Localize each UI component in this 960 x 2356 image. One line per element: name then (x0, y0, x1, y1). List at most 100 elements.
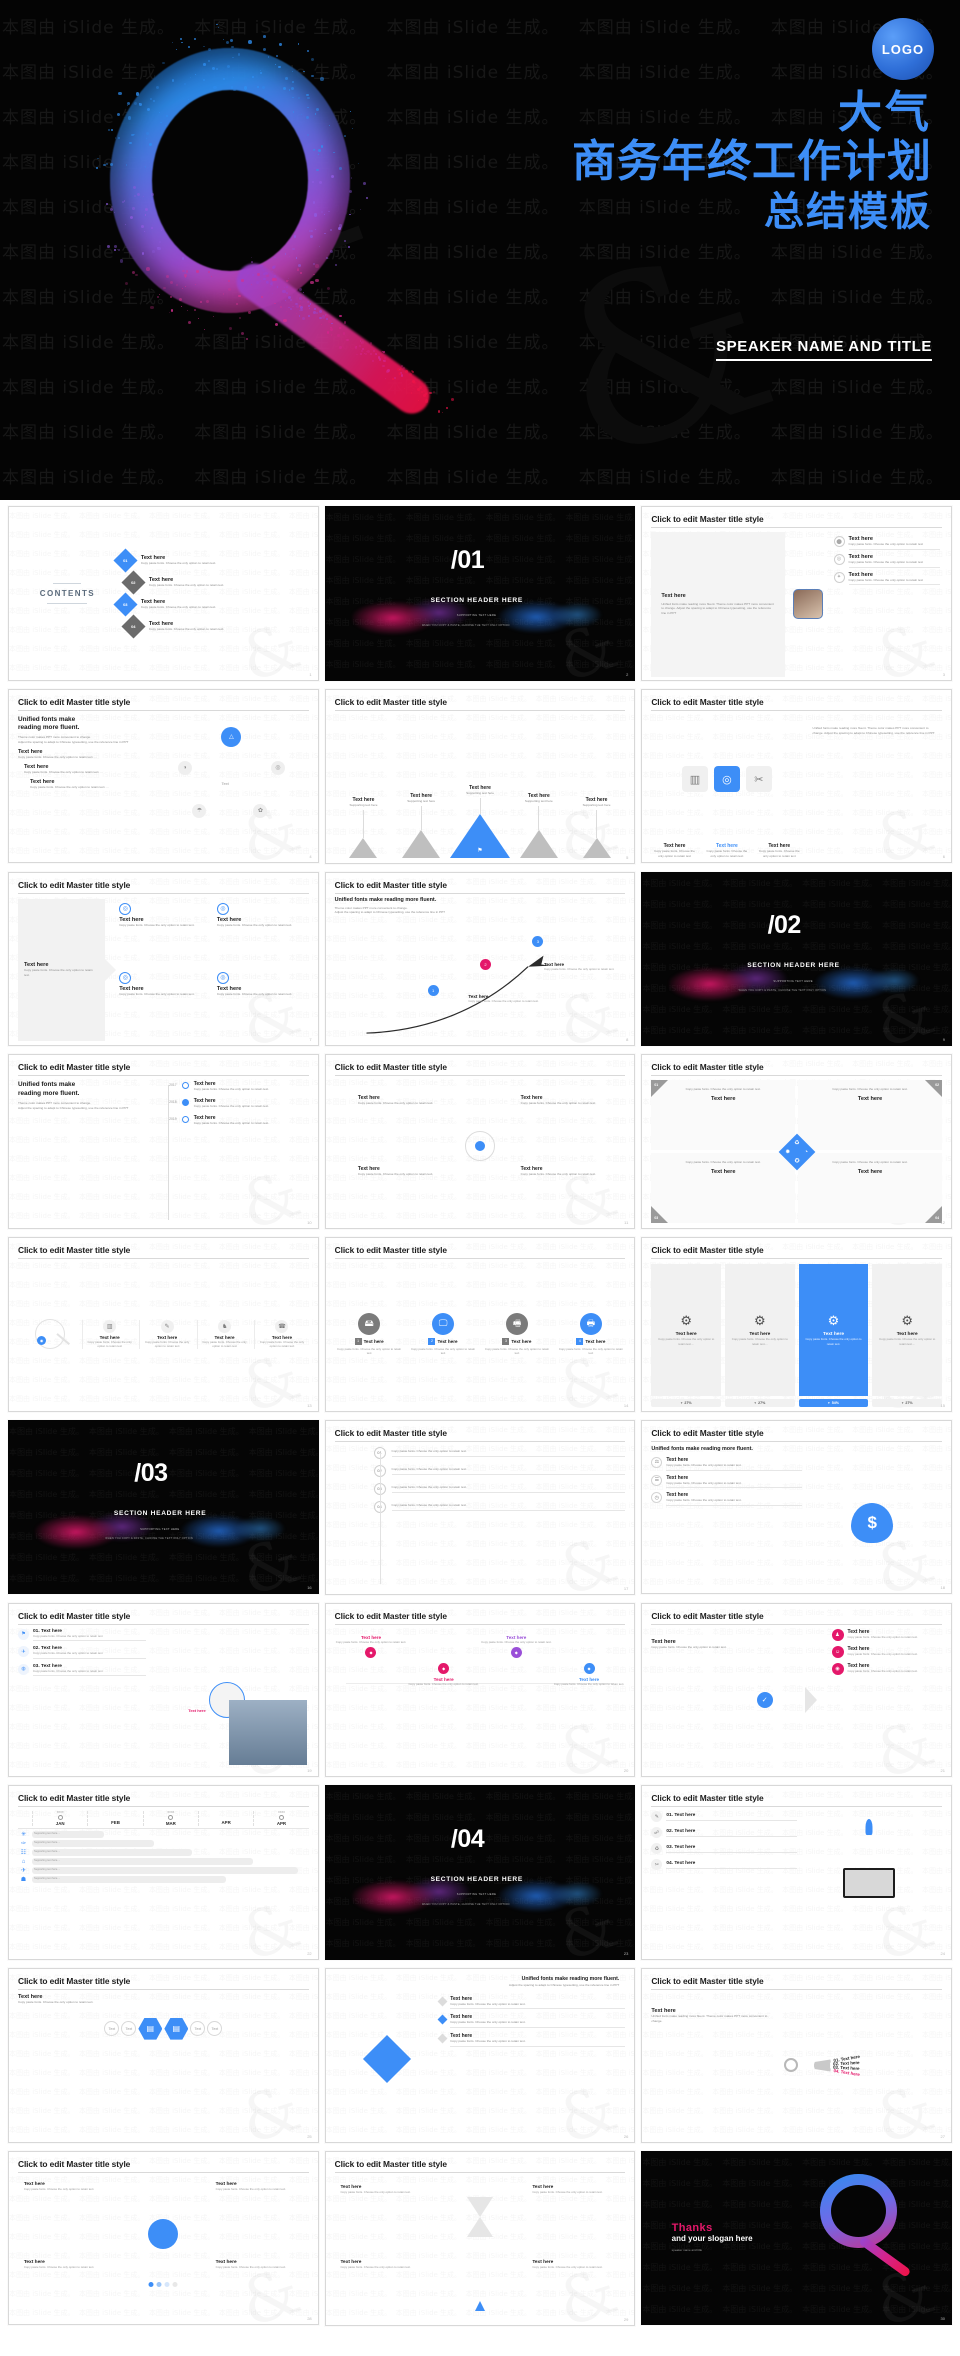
numbered-list-row[interactable]: 01Copy paste fonts. Choose the only opti… (380, 1447, 626, 1459)
funnel-item[interactable]: ☺ Text here Copy paste fonts. Choose the o… (832, 1646, 942, 1658)
quad-cell[interactable]: 01 Copy paste fonts. Choose the only opti… (651, 1080, 795, 1150)
numbered-list-row[interactable]: 04Copy paste fonts. Choose the only opti… (380, 1501, 626, 1513)
money-item[interactable]: ☰ Text here Copy paste fonts. Choose the o… (651, 1475, 802, 1489)
radial-item[interactable]: Text here Copy paste fonts. Choose the on… (358, 1095, 439, 1106)
growth-callout[interactable]: Text here Copy paste fonts. Choose the on… (468, 994, 544, 1004)
rocket-item[interactable]: ✎ 01. Text here (651, 1811, 796, 1822)
slide-thumbnail[interactable]: 本图由 iSlide 生成。 本图由 iSlide 生成。 本图由 iSlide… (325, 506, 636, 681)
radial-hub-center[interactable] (475, 1141, 485, 1151)
slide-thumbnail[interactable]: 本图由 iSlide 生成。 本图由 iSlide 生成。 本图由 iSlide… (325, 1968, 636, 2143)
gear-column[interactable]: ⚙ Text here Copy paste fonts. Choose the o… (651, 1264, 721, 1407)
hourglass-callout[interactable]: Text here Copy paste fonts. Choose the on… (340, 2260, 427, 2270)
timeline-entry[interactable]: 2017 Text here Copy paste fonts. Choose th… (166, 1081, 309, 1092)
slide-thumbnail[interactable]: 本图由 iSlide 生成。 本图由 iSlide 生成。 本图由 iSlide… (8, 1968, 319, 2143)
magnifier-item[interactable]: ▥ Text here Copy paste fonts. Choose the o… (82, 1320, 136, 1349)
cluster-text-item[interactable]: Text here Copy paste fonts. Choose the on… (18, 749, 163, 760)
hourglass-callout[interactable]: Text here Copy paste fonts. Choose the on… (340, 2185, 427, 2195)
hex-node[interactable]: ▤ (164, 2017, 188, 2041)
quad-cell[interactable]: 03 Copy paste fonts. Choose the only opti… (651, 1153, 795, 1223)
globe-item[interactable]: ⚑ 01. Text here Copy paste fonts. Choose t… (18, 1629, 146, 1642)
slide-thumbnail[interactable]: 本图由 iSlide 生成。 本图由 iSlide 生成。 本图由 iSlide… (8, 1603, 319, 1778)
pie-callout[interactable]: Text here Copy paste fonts. Choose the on… (216, 2182, 303, 2192)
globe-item[interactable]: ✈ 02. Text here Copy paste fonts. Choose t… (18, 1646, 146, 1659)
mountain-column[interactable]: Text here Supporting text here (568, 797, 626, 858)
hub-circle-2[interactable]: ◑ (178, 761, 192, 775)
pie-callout[interactable]: Text here Copy paste fonts. Choose the on… (24, 2182, 111, 2192)
money-item[interactable]: ◷ Text here Copy paste fonts. Choose the o… (651, 1492, 802, 1506)
cluster-text-item[interactable]: Text here Copy paste fonts. Choose the on… (24, 764, 163, 775)
hub-circle-3[interactable]: ◎ (271, 761, 285, 775)
hex-node[interactable]: Text (104, 2021, 119, 2036)
arrow-quad-item[interactable]: ◎ Text here Copy paste fonts. Choose the o… (217, 972, 307, 1037)
growth-callout[interactable]: Text here Copy paste fonts. Choose the on… (544, 962, 620, 972)
gear-column[interactable]: ⚙ Text here Copy paste fonts. Choose the o… (799, 1264, 869, 1407)
hub-circle-main[interactable]: △ (221, 727, 241, 747)
slide-thumbnail[interactable]: 本图由 iSlide 生成。 本图由 iSlide 生成。 本图由 iSlide… (8, 506, 319, 681)
hex-node[interactable]: Text (190, 2021, 205, 2036)
mountain-column[interactable]: Text here Supporting text here (335, 797, 393, 858)
pie-callout[interactable]: Text here Copy paste fonts. Choose the on… (24, 2260, 111, 2270)
step-card[interactable]: 🖷 3 Text here Copy paste fonts. Choose the … (483, 1313, 552, 1356)
rocket-item[interactable]: ✂ 04. Text here (651, 1859, 796, 1870)
hub-circle-5[interactable]: ✿ (253, 804, 267, 818)
slide-thumbnail[interactable]: 本图由 iSlide 生成。 本图由 iSlide 生成。 本图由 iSlide… (8, 689, 319, 864)
gantt-row[interactable]: ⌂ Supporting text here.... (18, 1858, 309, 1865)
radial-item[interactable]: Text here Copy paste fonts. Choose the on… (358, 1166, 439, 1177)
step-card[interactable]: 🖵 2 Text here Copy paste fonts. Choose the … (409, 1313, 478, 1356)
cluster-text-item[interactable]: Text here Copy paste fonts. Choose the on… (30, 779, 163, 790)
contents-item[interactable]: 01 Text here Copy paste fonts. Choose the … (117, 552, 303, 569)
hourglass-callout[interactable]: Text here Copy paste fonts. Choose the on… (532, 2185, 619, 2195)
slide-thumbnail[interactable]: 本图由 iSlide 生成。 本图由 iSlide 生成。 本图由 iSlide… (641, 506, 952, 681)
radial-item[interactable]: Text here Copy paste fonts. Choose the on… (521, 1166, 602, 1177)
diamond-step-item[interactable]: Text here Copy paste fonts. Choose the on… (439, 2033, 625, 2047)
globe-item[interactable]: ◍ 03. Text here Copy paste fonts. Choose t… (18, 1664, 146, 1677)
growth-node[interactable]: 1 (428, 985, 439, 996)
magnifier-item[interactable]: ✎ Text here Copy paste fonts. Choose the o… (139, 1320, 193, 1349)
growth-node[interactable]: 3 (532, 936, 543, 947)
hex-node[interactable]: Text (121, 2021, 136, 2036)
slide-thumbnail[interactable]: 本图由 iSlide 生成。 本图由 iSlide 生成。 本图由 iSlide… (325, 1054, 636, 1229)
horiz-timeline-node[interactable]: ◆ Text here Copy paste fonts. Choose the o… (407, 1635, 480, 1687)
feature-row[interactable]: ◎ Text here Copy paste fonts. Choose the o… (834, 554, 940, 568)
mountain-column[interactable]: Text here Supporting text here (510, 793, 568, 858)
radial-item[interactable]: Text here Copy paste fonts. Choose the on… (521, 1095, 602, 1106)
slide-thumbnail[interactable]: 本图由 iSlide 生成。 本图由 iSlide 生成。 本图由 iSlide… (641, 1237, 952, 1412)
gear-column[interactable]: ⚙ Text here Copy paste fonts. Choose the o… (725, 1264, 795, 1407)
slide-thumbnail[interactable]: 本图由 iSlide 生成。 本图由 iSlide 生成。 本图由 iSlide… (8, 872, 319, 1047)
icon-card[interactable]: ▥ (682, 766, 708, 792)
logo-badge[interactable]: LOGO (872, 18, 934, 80)
quad-cell[interactable]: 02 Copy paste fonts. Choose the only opti… (798, 1080, 942, 1150)
horiz-timeline-node[interactable]: Text here Copy paste fonts. Choose the on… (335, 1635, 408, 1687)
pie-callout[interactable]: Text here Copy paste fonts. Choose the on… (216, 2260, 303, 2270)
diamond-step-item[interactable]: Text here Copy paste fonts. Choose the on… (439, 2014, 625, 2028)
slide-thumbnail[interactable]: 本图由 iSlide 生成。 本图由 iSlide 生成。 本图由 iSlide… (325, 2151, 636, 2326)
slide-thumbnail[interactable]: 本图由 iSlide 生成。 本图由 iSlide 生成。 本图由 iSlide… (641, 1420, 952, 1595)
feature-row[interactable]: ⬤ Text here Copy paste fonts. Choose the o… (834, 536, 940, 550)
hourglass-callout[interactable]: Text here Copy paste fonts. Choose the on… (532, 2260, 619, 2270)
quad-cell[interactable]: 04 Copy paste fonts. Choose the only opti… (798, 1153, 942, 1223)
gear-column[interactable]: ⚙ Text here Copy paste fonts. Choose the o… (872, 1264, 942, 1407)
slide-thumbnail[interactable]: 本图由 iSlide 生成。 本图由 iSlide 生成。 本图由 iSlide… (8, 1420, 319, 1595)
magnifier-item[interactable]: ☎ Text here Copy paste fonts. Choose the o… (254, 1320, 308, 1349)
magnifier-item[interactable]: ♞ Text here Copy paste fonts. Choose the o… (197, 1320, 251, 1349)
horiz-timeline-node[interactable]: Text here Copy paste fonts. Choose the on… (480, 1635, 553, 1687)
rocket-item[interactable]: ☍ 02. Text here (651, 1827, 796, 1838)
icon-card[interactable]: ◎ (714, 766, 740, 792)
slide-thumbnail[interactable]: 本图由 iSlide 生成。 本图由 iSlide 生成。 本图由 iSlide… (641, 689, 952, 864)
timeline-entry[interactable]: 2018 Text here Copy paste fonts. Choose th… (166, 1098, 309, 1109)
icon-card[interactable]: ✂ (746, 766, 772, 792)
numbered-list-row[interactable]: 02Copy paste fonts. Choose the only opti… (380, 1465, 626, 1477)
arrow-quad-item[interactable]: ◎ Text here Copy paste fonts. Choose the o… (119, 903, 209, 968)
slide-thumbnail[interactable]: 本图由 iSlide 生成。 本图由 iSlide 生成。 本图由 iSlide… (8, 2151, 319, 2326)
gantt-row[interactable]: ✑ Supporting text here.... (18, 1840, 309, 1847)
slide-thumbnail[interactable]: 本图由 iSlide 生成。 本图由 iSlide 生成。 本图由 iSlide… (325, 1603, 636, 1778)
slide-thumbnail[interactable]: 本图由 iSlide 生成。 本图由 iSlide 生成。 本图由 iSlide… (8, 1054, 319, 1229)
slide-thumbnail[interactable]: 本图由 iSlide 生成。 本图由 iSlide 生成。 本图由 iSlide… (641, 2151, 952, 2326)
slide-thumbnail[interactable]: 本图由 iSlide 生成。 本图由 iSlide 生成。 本图由 iSlide… (641, 1785, 952, 1960)
slide-thumbnail[interactable]: 本图由 iSlide 生成。 本图由 iSlide 生成。 本图由 iSlide… (641, 1603, 952, 1778)
slide-thumbnail[interactable]: 本图由 iSlide 生成。 本图由 iSlide 生成。 本图由 iSlide… (325, 1420, 636, 1595)
slide-thumbnail[interactable]: 本图由 iSlide 生成。 本图由 iSlide 生成。 本图由 iSlide… (641, 1968, 952, 2143)
slide-thumbnail[interactable]: 本图由 iSlide 生成。 本图由 iSlide 生成。 本图由 iSlide… (641, 872, 952, 1047)
numbered-list-row[interactable]: 03Copy paste fonts. Choose the only opti… (380, 1483, 626, 1495)
mountain-column[interactable]: Text here Supporting text here ⚑ (450, 785, 510, 858)
